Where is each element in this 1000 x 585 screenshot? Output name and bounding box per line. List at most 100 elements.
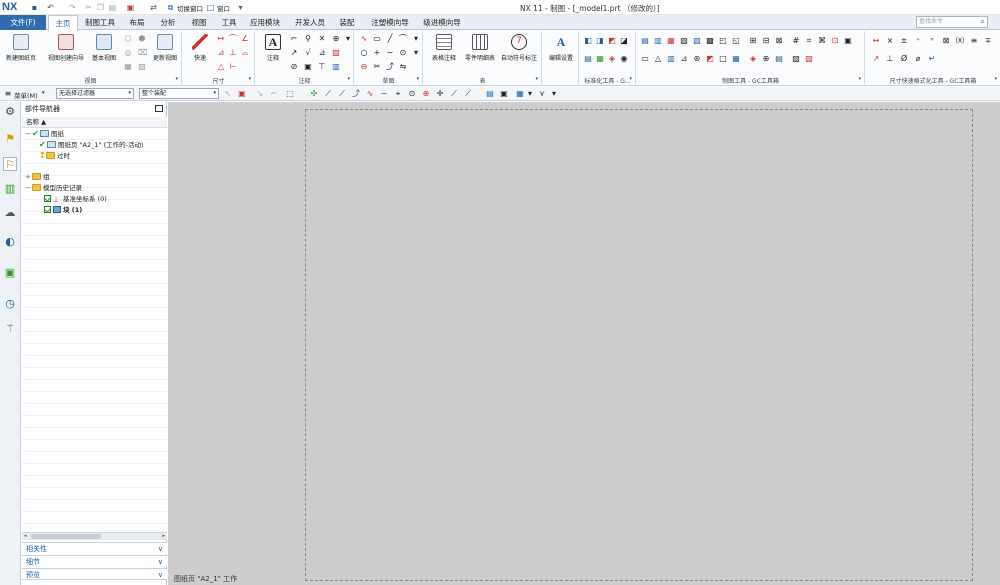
gc-tool-4-icon[interactable]: ▧ (680, 37, 688, 45)
arc-length-dim-icon[interactable]: ⌓ (241, 49, 249, 57)
hd3d-tools-icon[interactable]: ☁ (3, 206, 17, 220)
std-tool-6-icon[interactable]: ▦ (596, 55, 604, 63)
tree-node-drawing[interactable]: −✔ 图纸 (25, 128, 64, 139)
part-navigator-icon[interactable]: ⚐ (3, 157, 17, 171)
undo-icon[interactable]: ↶ (46, 3, 55, 12)
std-tool-5-icon[interactable]: ▤ (584, 55, 592, 63)
chevron-down-icon[interactable]: ▾ (344, 35, 352, 43)
thickness-dim-icon[interactable]: ⊥ (229, 49, 237, 57)
offset-curve-icon[interactable]: ⊖ (360, 63, 368, 71)
edit-settings-button[interactable]: A 编辑设置 (545, 34, 577, 62)
gc-tool-2-icon[interactable]: ▥ (654, 37, 662, 45)
horizontal-scrollbar[interactable]: ◂ ▸ (22, 532, 167, 540)
detail-view-icon[interactable]: ◎ (124, 49, 132, 57)
visibility-checkbox[interactable] (44, 206, 51, 213)
dimfmt-tool-10-icon[interactable]: ↗ (872, 55, 880, 63)
weld-symbol-icon[interactable]: ⊿ (318, 49, 326, 57)
expand-icon[interactable]: + (25, 172, 32, 183)
section-view-icon[interactable]: ⬢ (138, 35, 146, 43)
gc-tool-10-icon[interactable]: ⊟ (762, 37, 770, 45)
gc-tool-19-icon[interactable]: ▥ (667, 55, 675, 63)
gc-tool-17-icon[interactable]: ▭ (641, 55, 649, 63)
chevron-down-icon[interactable]: ▾ (236, 3, 245, 12)
window-menu-label[interactable]: 窗口 (217, 3, 230, 13)
tab-layout[interactable]: 布局 (124, 15, 150, 30)
gc-tool-15-icon[interactable]: ⊡ (831, 37, 839, 45)
snap-point-on-curve-icon[interactable]: ⌖ (394, 90, 402, 98)
dimfmt-tool-14-icon[interactable]: ↵ (928, 55, 936, 63)
snap-endpoint-icon[interactable]: ⟋ (324, 90, 332, 98)
scroll-right-icon[interactable]: ▸ (162, 533, 165, 540)
panel-preview[interactable]: 预览 ∨ (22, 568, 167, 580)
rapid-dimension-button[interactable]: 快速 (187, 34, 213, 62)
rectangle-icon[interactable]: ▭ (373, 35, 381, 43)
gc-tool-14-icon[interactable]: ⌘ (818, 37, 826, 45)
feature-control-frame-icon[interactable]: ⌐ (290, 35, 298, 43)
view-align-icon[interactable]: ▧ (138, 63, 146, 71)
gc-tool-22-icon[interactable]: ◩ (706, 55, 714, 63)
surface-finish-icon[interactable]: √ (304, 49, 312, 57)
visibility-checkbox[interactable] (44, 195, 51, 202)
panel-dependencies[interactable]: 相关性 ∨ (22, 542, 167, 554)
radial-dim-icon[interactable]: ⌒ (229, 35, 237, 43)
chevron-down-icon[interactable]: ▾ (550, 90, 558, 98)
copy-icon[interactable]: ❐ (96, 3, 105, 12)
std-tool-7-icon[interactable]: ◈ (608, 55, 616, 63)
scroll-left-icon[interactable]: ◂ (24, 533, 27, 540)
datum-target-icon[interactable]: ✕ (318, 35, 326, 43)
view-creation-wizard-button[interactable]: 视图创建向导 (46, 34, 86, 62)
selection-scope-select[interactable]: 整个装配 ▾ (139, 88, 219, 99)
gc-tool-1-icon[interactable]: ▤ (641, 37, 649, 45)
switch-window-icon[interactable]: ⧉ (166, 3, 175, 12)
auto-balloon-button[interactable]: 7 自动符号标注 (498, 34, 540, 62)
dimfmt-tool-2-icon[interactable]: × (886, 37, 894, 45)
snap-control-icon[interactable]: ⤴ (352, 90, 360, 98)
gc-tool-26-icon[interactable]: ⊕ (762, 55, 770, 63)
rectangle-select-icon[interactable]: ⬚ (286, 90, 294, 98)
std-tool-1-icon[interactable]: ◧ (584, 37, 592, 45)
name-column-header[interactable]: 名称 ▲ (22, 117, 167, 128)
region-fill-icon[interactable]: ▥ (332, 63, 340, 71)
view-fit-icon[interactable]: ▣ (500, 90, 508, 98)
target-point-icon[interactable]: ⊤ (318, 63, 326, 71)
tab-drafting-tools[interactable]: 制图工具 (82, 15, 118, 30)
center-mark-icon[interactable]: ⊕ (332, 35, 340, 43)
line-icon[interactable]: ╱ (386, 35, 394, 43)
display-mode-icon[interactable]: ⋎ (538, 90, 546, 98)
cut-icon[interactable]: ✂ (84, 3, 93, 12)
gc-tool-21-icon[interactable]: ⊛ (693, 55, 701, 63)
gc-tool-5-icon[interactable]: ▨ (693, 37, 701, 45)
id-symbol-icon[interactable]: ⊘ (290, 63, 298, 71)
menu-button[interactable]: 菜单(M) (14, 90, 38, 100)
gear-icon[interactable]: ⚙ (3, 105, 17, 119)
gc-tool-8-icon[interactable]: ◱ (732, 37, 740, 45)
linear-dim-icon[interactable]: ↦ (217, 35, 225, 43)
tabular-note-button[interactable]: 表格注释 (428, 34, 460, 62)
view-orient-icon[interactable]: ▤ (486, 90, 494, 98)
graphics-window[interactable]: 图纸页 "A2_1" 工作 (168, 102, 1000, 585)
chevron-down-icon[interactable]: ▾ (526, 90, 534, 98)
tree-node-sheet-a2[interactable]: ✔ 图纸页 "A2_1" (工作的-活动) (39, 139, 144, 150)
tab-developer[interactable]: 开发人员 (292, 15, 328, 30)
snap-intersection-icon[interactable]: ∿ (366, 90, 374, 98)
symbol-icon[interactable]: ↗ (290, 49, 298, 57)
std-tool-3-icon[interactable]: ◩ (608, 37, 616, 45)
file-menu[interactable]: 文件(F) (0, 15, 46, 30)
chevron-down-icon[interactable]: ▾ (412, 35, 420, 43)
dimfmt-tool-3-icon[interactable]: ± (900, 37, 908, 45)
dimfmt-tool-4-icon[interactable]: ⁺ (914, 37, 922, 45)
tree-node-model-history[interactable]: − 模型历史记录 (25, 183, 82, 194)
maximize-icon[interactable] (155, 105, 163, 112)
point-icon[interactable]: + (373, 49, 381, 57)
tab-mold-wizard[interactable]: 注塑模向导 (366, 15, 414, 30)
gc-tool-12-icon[interactable]: # (792, 37, 800, 45)
dimfmt-tool-1-icon[interactable]: ↔ (872, 37, 880, 45)
paste-icon[interactable]: ▤ (108, 3, 117, 12)
datum-feature-icon[interactable]: ⚲ (304, 35, 312, 43)
dimfmt-tool-8-icon[interactable]: ≡ (970, 37, 978, 45)
tree-node-group[interactable]: + 组 (25, 172, 50, 183)
window-icon[interactable]: □ (206, 3, 215, 12)
parts-list-button[interactable]: 零件明细表 (462, 34, 498, 62)
studio-spline-icon[interactable]: ∼ (386, 49, 394, 57)
gc-tool-6-icon[interactable]: ▩ (706, 37, 714, 45)
